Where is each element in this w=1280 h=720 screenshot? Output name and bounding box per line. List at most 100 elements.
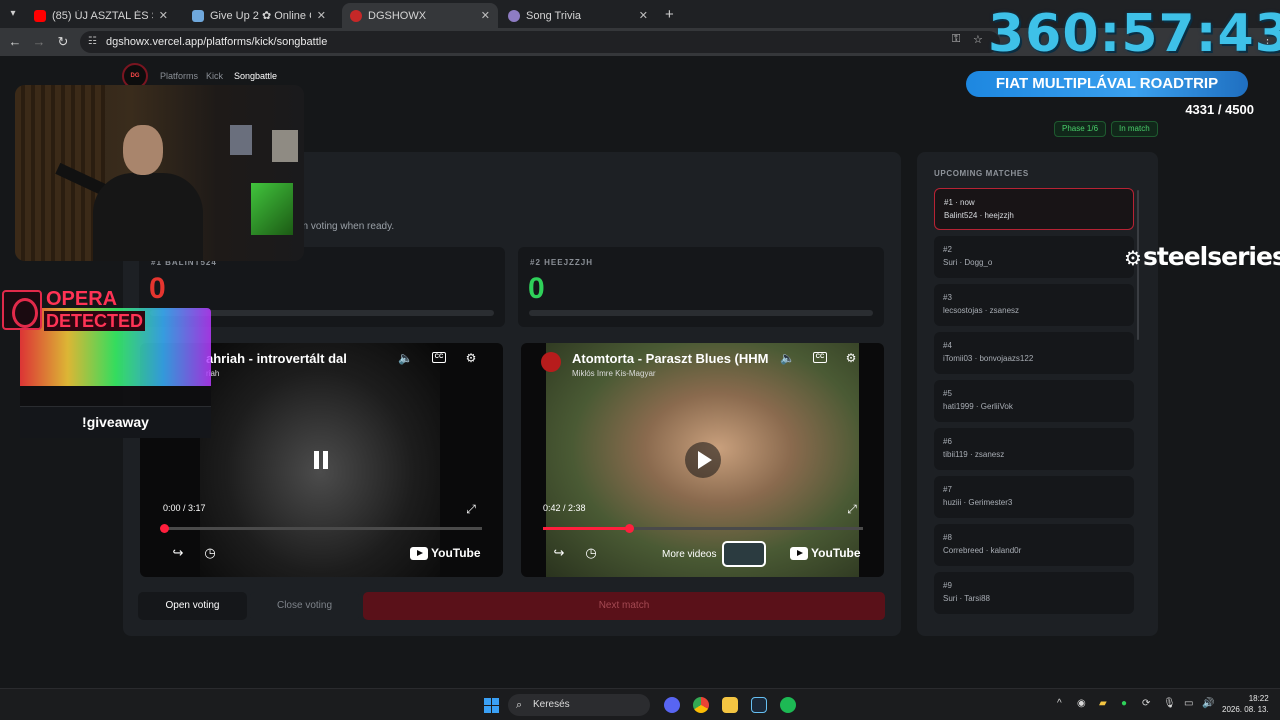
address-bar[interactable]: ☷ dgshowx.vercel.app/platforms/kick/song… — [80, 31, 1000, 53]
match-item-4[interactable]: #4 iTomii03 · bonvojaazs122 — [934, 332, 1134, 374]
progress-track[interactable] — [160, 524, 482, 533]
video-channel[interactable]: Miklós Imre Kis-Magyar — [572, 369, 656, 378]
match-item-6[interactable]: #6 tibii119 · zsanesz — [934, 428, 1134, 470]
back-arrow-icon[interactable]: ← — [8, 35, 22, 49]
discord-icon[interactable] — [664, 697, 680, 713]
windows-start-icon[interactable] — [484, 698, 499, 713]
close-tab-icon[interactable]: ✕ — [639, 9, 648, 22]
match-item-5[interactable]: #5 hati1999 · GerliiVok — [934, 380, 1134, 422]
video-title[interactable]: Atomtorta - Paraszt Blues (HHM — [572, 351, 768, 366]
nvidia-tray-icon[interactable]: ● — [1121, 698, 1127, 709]
video-player-2[interactable]: Atomtorta - Paraszt Blues (HHM Miklós Im… — [521, 343, 884, 577]
giveaway-command: !giveaway — [20, 406, 211, 438]
close-tab-icon[interactable]: ✕ — [317, 9, 326, 22]
steam-icon[interactable] — [751, 697, 767, 713]
settings-gear-icon[interactable]: ⚙ — [464, 351, 478, 365]
tab-search-icon[interactable]: ▾ — [6, 7, 20, 21]
clock-time: 18:22 — [1248, 694, 1269, 703]
sponsor-name: steelseries — [1142, 242, 1280, 271]
network-icon[interactable]: ▭ — [1184, 698, 1193, 709]
match-item-7[interactable]: #7 huziii · Gerimester3 — [934, 476, 1134, 518]
match-pair: lecsostojas · zsanesz — [943, 306, 1020, 315]
volume-icon[interactable]: 🔈 — [780, 351, 795, 365]
video-title[interactable]: ahriah - introvertált dal — [206, 351, 347, 366]
trivia-favicon-icon — [508, 9, 520, 22]
microphone-icon[interactable]: 🎙 — [1163, 698, 1176, 709]
video-time: 0:00 / 3:17 — [163, 503, 206, 513]
dgshowx-favicon-icon — [350, 9, 362, 22]
volume-icon[interactable]: 🔈 — [398, 351, 413, 365]
match-item-1[interactable]: #1 · now Balint524 · heejzzjh — [934, 188, 1134, 230]
steam-tray-icon[interactable]: ◉ — [1077, 698, 1086, 709]
progress-knob[interactable] — [160, 524, 169, 533]
open-voting-button[interactable]: Open voting — [138, 592, 247, 620]
url-text: dgshowx.vercel.app/platforms/kick/songba… — [106, 36, 328, 48]
match-pair: huziii · Gerimester3 — [943, 498, 1013, 507]
watch-later-clock-icon[interactable]: ◷ — [202, 545, 218, 561]
volume-tray-icon[interactable]: 🔊 — [1202, 698, 1214, 709]
match-item-3[interactable]: #3 lecsostojas · zsanesz — [934, 284, 1134, 326]
key-icon[interactable]: ⚿ — [952, 33, 960, 46]
pause-icon[interactable] — [313, 451, 329, 469]
upcoming-title: UPCOMING MATCHES — [934, 169, 1029, 178]
tab-4[interactable]: Song Trivia ✕ — [500, 3, 656, 28]
tray-overflow-chevron-icon[interactable]: ^ — [1057, 698, 1062, 709]
chrome-icon[interactable] — [693, 697, 709, 713]
tab-title: Song Trivia — [526, 9, 582, 22]
tab-2[interactable]: Give Up 2 ✿ Online Game | Gá ✕ — [184, 3, 334, 28]
youtube-logo[interactable]: YouTube — [790, 546, 861, 560]
match-item-2[interactable]: #2 Suri · Dogg_o — [934, 236, 1134, 278]
goal-counter: 4331 / 4500 — [1185, 102, 1254, 117]
close-tab-icon[interactable]: ✕ — [481, 9, 490, 22]
sync-tray-icon[interactable]: ⟳ — [1142, 698, 1150, 709]
watch-later-clock-icon[interactable]: ◷ — [583, 545, 599, 561]
progress-fill — [543, 527, 630, 530]
match-number: #5 — [943, 389, 952, 398]
clock-date: 2026. 08. 13. — [1222, 705, 1269, 714]
ad-line-2: DETECTED — [44, 311, 146, 331]
search-placeholder: Keresés — [533, 699, 570, 710]
fullscreen-icon[interactable]: ⤢ — [464, 502, 478, 516]
play-icon[interactable] — [685, 442, 721, 478]
taskbar-search[interactable]: ⌕ Keresés — [508, 694, 650, 716]
breadcrumb-kick[interactable]: Kick — [206, 71, 223, 81]
close-voting-button[interactable]: Close voting — [250, 592, 359, 620]
webcam-poster — [272, 130, 298, 162]
site-info-icon[interactable]: ☷ — [88, 31, 97, 53]
game-favicon-icon — [192, 9, 204, 22]
system-clock[interactable]: 18:22 2026. 08. 13. — [1222, 693, 1269, 715]
progress-track[interactable] — [543, 524, 863, 533]
breadcrumb-songbattle[interactable]: Songbattle — [234, 71, 277, 81]
more-videos-thumbnail — [722, 541, 767, 567]
close-tab-icon[interactable]: ✕ — [159, 9, 168, 22]
next-match-button[interactable]: Next match — [363, 592, 885, 620]
tab-3-active[interactable]: DGSHOWX ✕ — [342, 3, 498, 28]
reload-icon[interactable]: ↻ — [56, 35, 70, 49]
more-videos-button[interactable]: More videos — [662, 541, 767, 567]
phase-badge: Phase 1/6 — [1054, 121, 1107, 137]
share-icon[interactable]: ↪ — [551, 545, 567, 561]
youtube-logo[interactable]: YouTube — [410, 546, 481, 560]
new-tab-plus-icon[interactable]: + — [665, 6, 674, 23]
match-item-9[interactable]: #9 Suri · Tarsi88 — [934, 572, 1134, 614]
captions-icon[interactable]: CC — [813, 352, 827, 363]
progress-knob[interactable] — [625, 524, 634, 533]
status-badge: In match — [1111, 121, 1158, 137]
match-item-8[interactable]: #8 Correbreed · kaland0r — [934, 524, 1134, 566]
captions-icon[interactable]: CC — [432, 352, 446, 363]
folder-tray-icon[interactable]: ▰ — [1099, 698, 1107, 709]
fullscreen-icon[interactable]: ⤢ — [845, 502, 859, 516]
contestant-label: #2 HEEJZZJH — [530, 258, 594, 267]
channel-avatar-icon[interactable] — [541, 352, 561, 372]
webcam-poster — [230, 125, 252, 155]
breadcrumb-platforms[interactable]: Platforms — [160, 71, 198, 81]
file-explorer-icon[interactable] — [722, 697, 738, 713]
spotify-icon[interactable] — [780, 697, 796, 713]
forward-arrow-icon[interactable]: → — [32, 35, 46, 49]
settings-gear-icon[interactable]: ⚙ — [844, 351, 858, 365]
match-number: #3 — [943, 293, 952, 302]
bookmark-star-icon[interactable]: ☆ — [973, 33, 983, 46]
score-card-2: #2 HEEJZZJH 0 — [518, 247, 884, 327]
share-icon[interactable]: ↪ — [170, 545, 186, 561]
tab-1[interactable]: (85) ÚJ ASZTAL ÉS SZÉK ÖSSZERAKÁS ✕ — [26, 3, 176, 28]
